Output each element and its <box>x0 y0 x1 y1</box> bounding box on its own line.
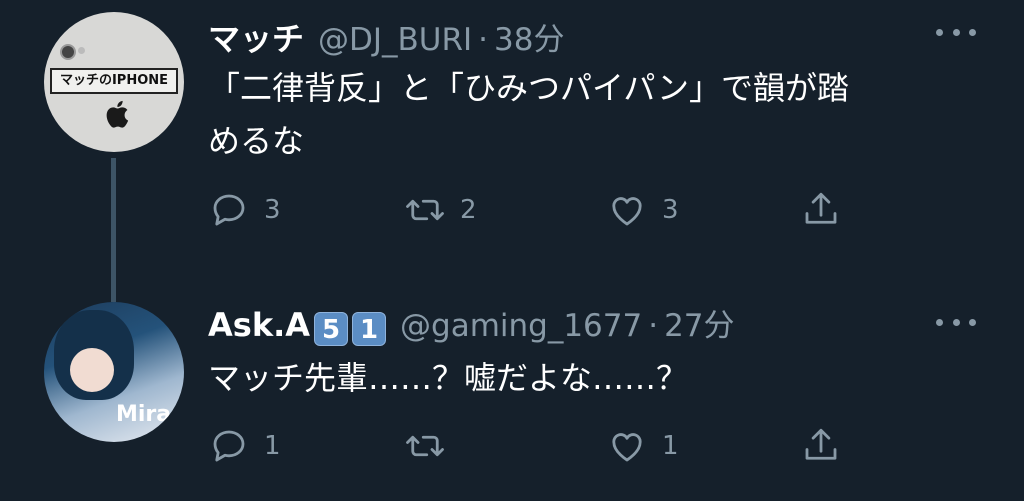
more-icon[interactable] <box>936 26 976 38</box>
share-icon <box>805 192 837 224</box>
apple-logo-icon <box>106 100 129 128</box>
avatar-face-shape <box>70 348 114 392</box>
more-icon[interactable] <box>936 316 976 328</box>
tweet-text: 「二律背反」と「ひみつパイパン」で韻が踏 めるな <box>208 62 988 168</box>
share-button[interactable] <box>800 190 842 230</box>
tweet-header: Ask.A 5 1 @gaming_1677 · 27分 <box>208 300 735 346</box>
display-name[interactable]: Ask.A <box>208 306 310 344</box>
like-button[interactable]: 3 <box>606 190 679 230</box>
action-bar: 1 1 <box>208 426 868 466</box>
avatar-sticker-label: マッチのIPHONE <box>50 68 178 94</box>
user-handle[interactable]: @DJ_BURI <box>318 22 472 58</box>
retweet-button[interactable]: 2 <box>404 190 477 230</box>
reply-count: 1 <box>264 431 281 461</box>
retweet-icon <box>406 199 444 221</box>
share-button[interactable] <box>800 426 842 466</box>
thread-connector <box>111 260 116 302</box>
like-count: 3 <box>662 195 679 225</box>
camera-lens-icon <box>60 44 76 60</box>
timestamp[interactable]: 38分 <box>494 14 564 59</box>
reply-button[interactable]: 3 <box>208 190 281 230</box>
avatar-caption: Mira <box>116 402 172 427</box>
user-handle[interactable]: @gaming_1677 <box>400 308 642 344</box>
timestamp[interactable]: 27分 <box>664 300 734 345</box>
reply-icon <box>213 194 245 226</box>
reply-button[interactable]: 1 <box>208 426 281 466</box>
action-bar: 3 2 3 <box>208 190 868 230</box>
avatar[interactable]: Mira <box>44 302 184 442</box>
keycap-badge: 5 <box>314 312 349 346</box>
separator-dot: · <box>648 308 659 344</box>
display-name[interactable]: マッチ <box>208 14 304 60</box>
tweet-header: マッチ @DJ_BURI · 38分 <box>208 14 564 58</box>
flash-icon <box>78 47 85 54</box>
avatar[interactable]: マッチのIPHONE <box>44 12 184 152</box>
retweet-button[interactable] <box>404 426 460 466</box>
like-count: 1 <box>662 431 679 461</box>
like-button[interactable]: 1 <box>606 426 679 466</box>
like-icon <box>612 197 642 226</box>
tweet-text: マッチ先輩……？嘘だよな……？ <box>208 352 988 405</box>
reply-count: 3 <box>264 195 281 225</box>
separator-dot: · <box>478 22 489 58</box>
like-icon <box>612 433 642 462</box>
thread-connector <box>111 158 116 268</box>
keycap-badge: 1 <box>352 312 387 346</box>
retweet-icon <box>406 435 444 457</box>
tweet-text-line: めるな <box>208 122 305 160</box>
retweet-count: 2 <box>460 195 477 225</box>
tweet-2[interactable]: Mira Ask.A 5 1 @gaming_1677 · 27分 マッチ先輩…… <box>0 260 1024 501</box>
share-icon <box>805 428 837 460</box>
reply-icon <box>213 430 245 462</box>
tweet-text-line: マッチ先輩……？嘘だよな……？ <box>208 359 689 397</box>
tweet-1[interactable]: マッチのIPHONE マッチ @DJ_BURI · 38分 「二律背反」と「ひみ… <box>0 0 1024 268</box>
tweet-text-line: 「二律背反」と「ひみつパイパン」で韻が踏 <box>208 69 849 107</box>
